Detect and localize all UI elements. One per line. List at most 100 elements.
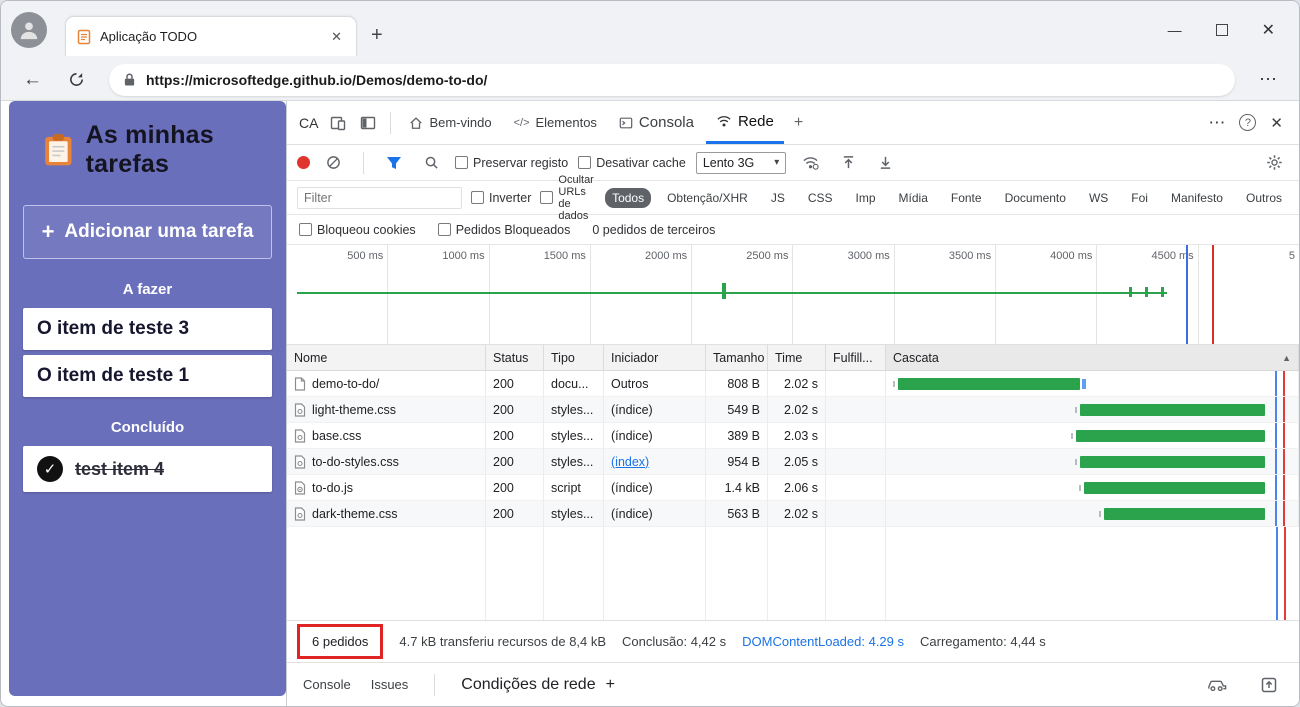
column-header-waterfall[interactable]: Cascata ▲ bbox=[886, 345, 1299, 370]
drawer-tab-issues[interactable]: Issues bbox=[371, 677, 409, 692]
column-header-initiator[interactable]: Iniciador bbox=[604, 345, 706, 370]
add-task-button[interactable]: + Adicionar uma tarefa bbox=[23, 205, 272, 259]
column-header-name[interactable]: Nome bbox=[287, 345, 486, 370]
more-tools-icon[interactable]: + bbox=[786, 114, 811, 132]
profile-avatar[interactable] bbox=[11, 12, 47, 48]
request-row[interactable]: base.css 200 styles... (índice) 389 B 2.… bbox=[287, 423, 1299, 449]
preserve-log-label: Preservar registo bbox=[473, 155, 569, 170]
filter-type-font[interactable]: Fonte bbox=[944, 188, 989, 208]
load-line bbox=[1282, 397, 1285, 422]
tab-network[interactable]: Rede bbox=[705, 101, 784, 144]
requests-table-header: Nome Status Tipo Iniciador Tamanho Time … bbox=[287, 345, 1299, 371]
clipboard-icon bbox=[45, 134, 72, 166]
throttling-select[interactable]: Lento 3G ▾ bbox=[695, 151, 787, 174]
filter-type-img[interactable]: Imp bbox=[849, 188, 883, 208]
request-row[interactable]: to-do.js 200 script (índice) 1.4 kB 2.06… bbox=[287, 475, 1299, 501]
filter-type-ws[interactable]: WS bbox=[1082, 188, 1115, 208]
record-icon[interactable] bbox=[297, 156, 310, 169]
preserve-log-checkbox[interactable]: Preservar registo bbox=[455, 156, 568, 170]
done-item[interactable]: ✓ test item 4 bbox=[23, 446, 272, 492]
document-icon bbox=[294, 376, 306, 391]
new-tab-button[interactable]: + bbox=[357, 20, 397, 51]
open-panel-icon[interactable] bbox=[1255, 673, 1283, 697]
devtools-close-icon[interactable]: ✕ bbox=[1270, 114, 1283, 132]
filter-type-doc[interactable]: Documento bbox=[998, 188, 1073, 208]
url-bar[interactable]: https://microsoftedge.github.io/Demos/de… bbox=[109, 63, 1235, 96]
filter-type-all[interactable]: Todos bbox=[605, 187, 652, 208]
tab-console[interactable]: Consola bbox=[609, 101, 704, 144]
tab-close-icon[interactable]: ✕ bbox=[327, 27, 346, 47]
timeline-tick: 1500 ms bbox=[490, 245, 591, 344]
browser-menu-icon[interactable]: ⋯ bbox=[1249, 67, 1287, 92]
tab-console-label: Consola bbox=[638, 114, 694, 131]
window-close-icon[interactable]: ✕ bbox=[1262, 20, 1275, 40]
device-toolbar-icon[interactable] bbox=[324, 111, 352, 135]
network-overview-timeline[interactable]: 500 ms 1000 ms 1500 ms 2000 ms 2500 ms 3… bbox=[287, 245, 1299, 345]
back-button[interactable]: ← bbox=[13, 67, 52, 93]
request-row[interactable]: to-do-styles.css 200 styles... (index) 9… bbox=[287, 449, 1299, 475]
devtools-panel: CA Bem-vindo </> Elementos Consola Rede … bbox=[286, 101, 1299, 706]
filter-type-other[interactable]: Outros bbox=[1239, 188, 1289, 208]
invert-checkbox[interactable]: Inverter bbox=[471, 191, 531, 205]
request-name: to-do-styles.css bbox=[312, 454, 399, 469]
tab-network-label: Rede bbox=[737, 112, 774, 130]
navigation-bar: ← https://microsoftedge.github.io/Demos/… bbox=[1, 59, 1299, 101]
column-header-size[interactable]: Tamanho bbox=[706, 345, 768, 370]
disable-cache-checkbox[interactable]: Desativar cache bbox=[578, 156, 686, 170]
network-conditions-icon[interactable] bbox=[796, 151, 825, 174]
tab-title: Aplicação TODO bbox=[100, 29, 198, 44]
stylesheet-icon bbox=[294, 454, 306, 469]
search-icon[interactable] bbox=[418, 151, 445, 174]
filter-input[interactable] bbox=[297, 186, 462, 209]
table-empty-area bbox=[287, 527, 1299, 620]
maximize-icon[interactable] bbox=[1215, 24, 1228, 36]
filter-type-manifest[interactable]: Manifesto bbox=[1164, 188, 1230, 208]
filter-type-css[interactable]: CSS bbox=[801, 188, 840, 208]
drawer-tab-network-conditions[interactable]: Condições de rede + bbox=[461, 676, 615, 694]
tab-welcome[interactable]: Bem-vindo bbox=[399, 101, 501, 144]
filter-type-wasm[interactable]: Foi bbox=[1124, 188, 1155, 208]
settings-gear-icon[interactable] bbox=[1260, 150, 1289, 175]
minimize-icon[interactable]: — bbox=[1168, 22, 1182, 38]
request-type: styles... bbox=[544, 397, 604, 423]
todo-item[interactable]: O item de teste 3 bbox=[23, 308, 272, 350]
column-header-fulfilled[interactable]: Fulfill... bbox=[826, 345, 886, 370]
column-header-time[interactable]: Time bbox=[768, 345, 826, 370]
car-icon[interactable] bbox=[1201, 674, 1233, 696]
request-row[interactable]: dark-theme.css 200 styles... (índice) 56… bbox=[287, 501, 1299, 527]
help-icon[interactable]: ? bbox=[1239, 114, 1257, 131]
drawer-tab-console[interactable]: Console bbox=[303, 677, 351, 692]
blocked-requests-checkbox[interactable]: Pedidos Bloqueados bbox=[437, 223, 570, 237]
waterfall-bar bbox=[1070, 430, 1266, 442]
filter-type-xhr[interactable]: Obtenção/XHR bbox=[660, 188, 755, 208]
clear-icon[interactable] bbox=[320, 151, 347, 174]
filter-icon[interactable] bbox=[380, 152, 408, 174]
import-har-icon[interactable] bbox=[835, 151, 862, 174]
reload-button[interactable] bbox=[58, 69, 95, 90]
request-initiator-link[interactable]: (index) bbox=[611, 455, 649, 469]
column-header-status[interactable]: Status bbox=[486, 345, 544, 370]
request-row[interactable]: demo-to-do/ 200 docu... Outros 808 B 2.0… bbox=[287, 371, 1299, 397]
filter-type-js[interactable]: JS bbox=[764, 188, 792, 208]
column-header-type[interactable]: Tipo bbox=[544, 345, 604, 370]
devtools-menu-icon[interactable]: ⋯ bbox=[1208, 113, 1225, 133]
dcl-line bbox=[1275, 501, 1278, 526]
load-line bbox=[1283, 527, 1286, 620]
dock-side-icon[interactable] bbox=[354, 111, 382, 135]
transferred-summary: 4.7 kB transferiu recursos de 8,4 kB bbox=[399, 634, 607, 649]
request-row[interactable]: light-theme.css 200 styles... (índice) 5… bbox=[287, 397, 1299, 423]
filter-type-media[interactable]: Mídia bbox=[892, 188, 935, 208]
dcl-line bbox=[1276, 527, 1279, 620]
checkmark-icon[interactable]: ✓ bbox=[37, 456, 63, 482]
tab-elements[interactable]: </> Elementos bbox=[504, 101, 607, 144]
browser-tab[interactable]: Aplicação TODO ✕ bbox=[65, 16, 357, 56]
export-har-icon[interactable] bbox=[872, 151, 899, 174]
todo-item[interactable]: O item de teste 1 bbox=[23, 355, 272, 397]
page-icon bbox=[77, 29, 91, 44]
blocked-cookies-checkbox[interactable]: Bloqueou cookies bbox=[299, 223, 416, 237]
todo-app-panel: As minhas tarefas + Adicionar uma tarefa… bbox=[9, 101, 286, 696]
waterfall-cell bbox=[886, 501, 1299, 527]
todo-section-label: A fazer bbox=[122, 281, 173, 298]
browser-window: Aplicação TODO ✕ + — ✕ ← https://microso… bbox=[0, 0, 1300, 707]
add-drawer-tool-icon[interactable]: + bbox=[606, 676, 615, 694]
